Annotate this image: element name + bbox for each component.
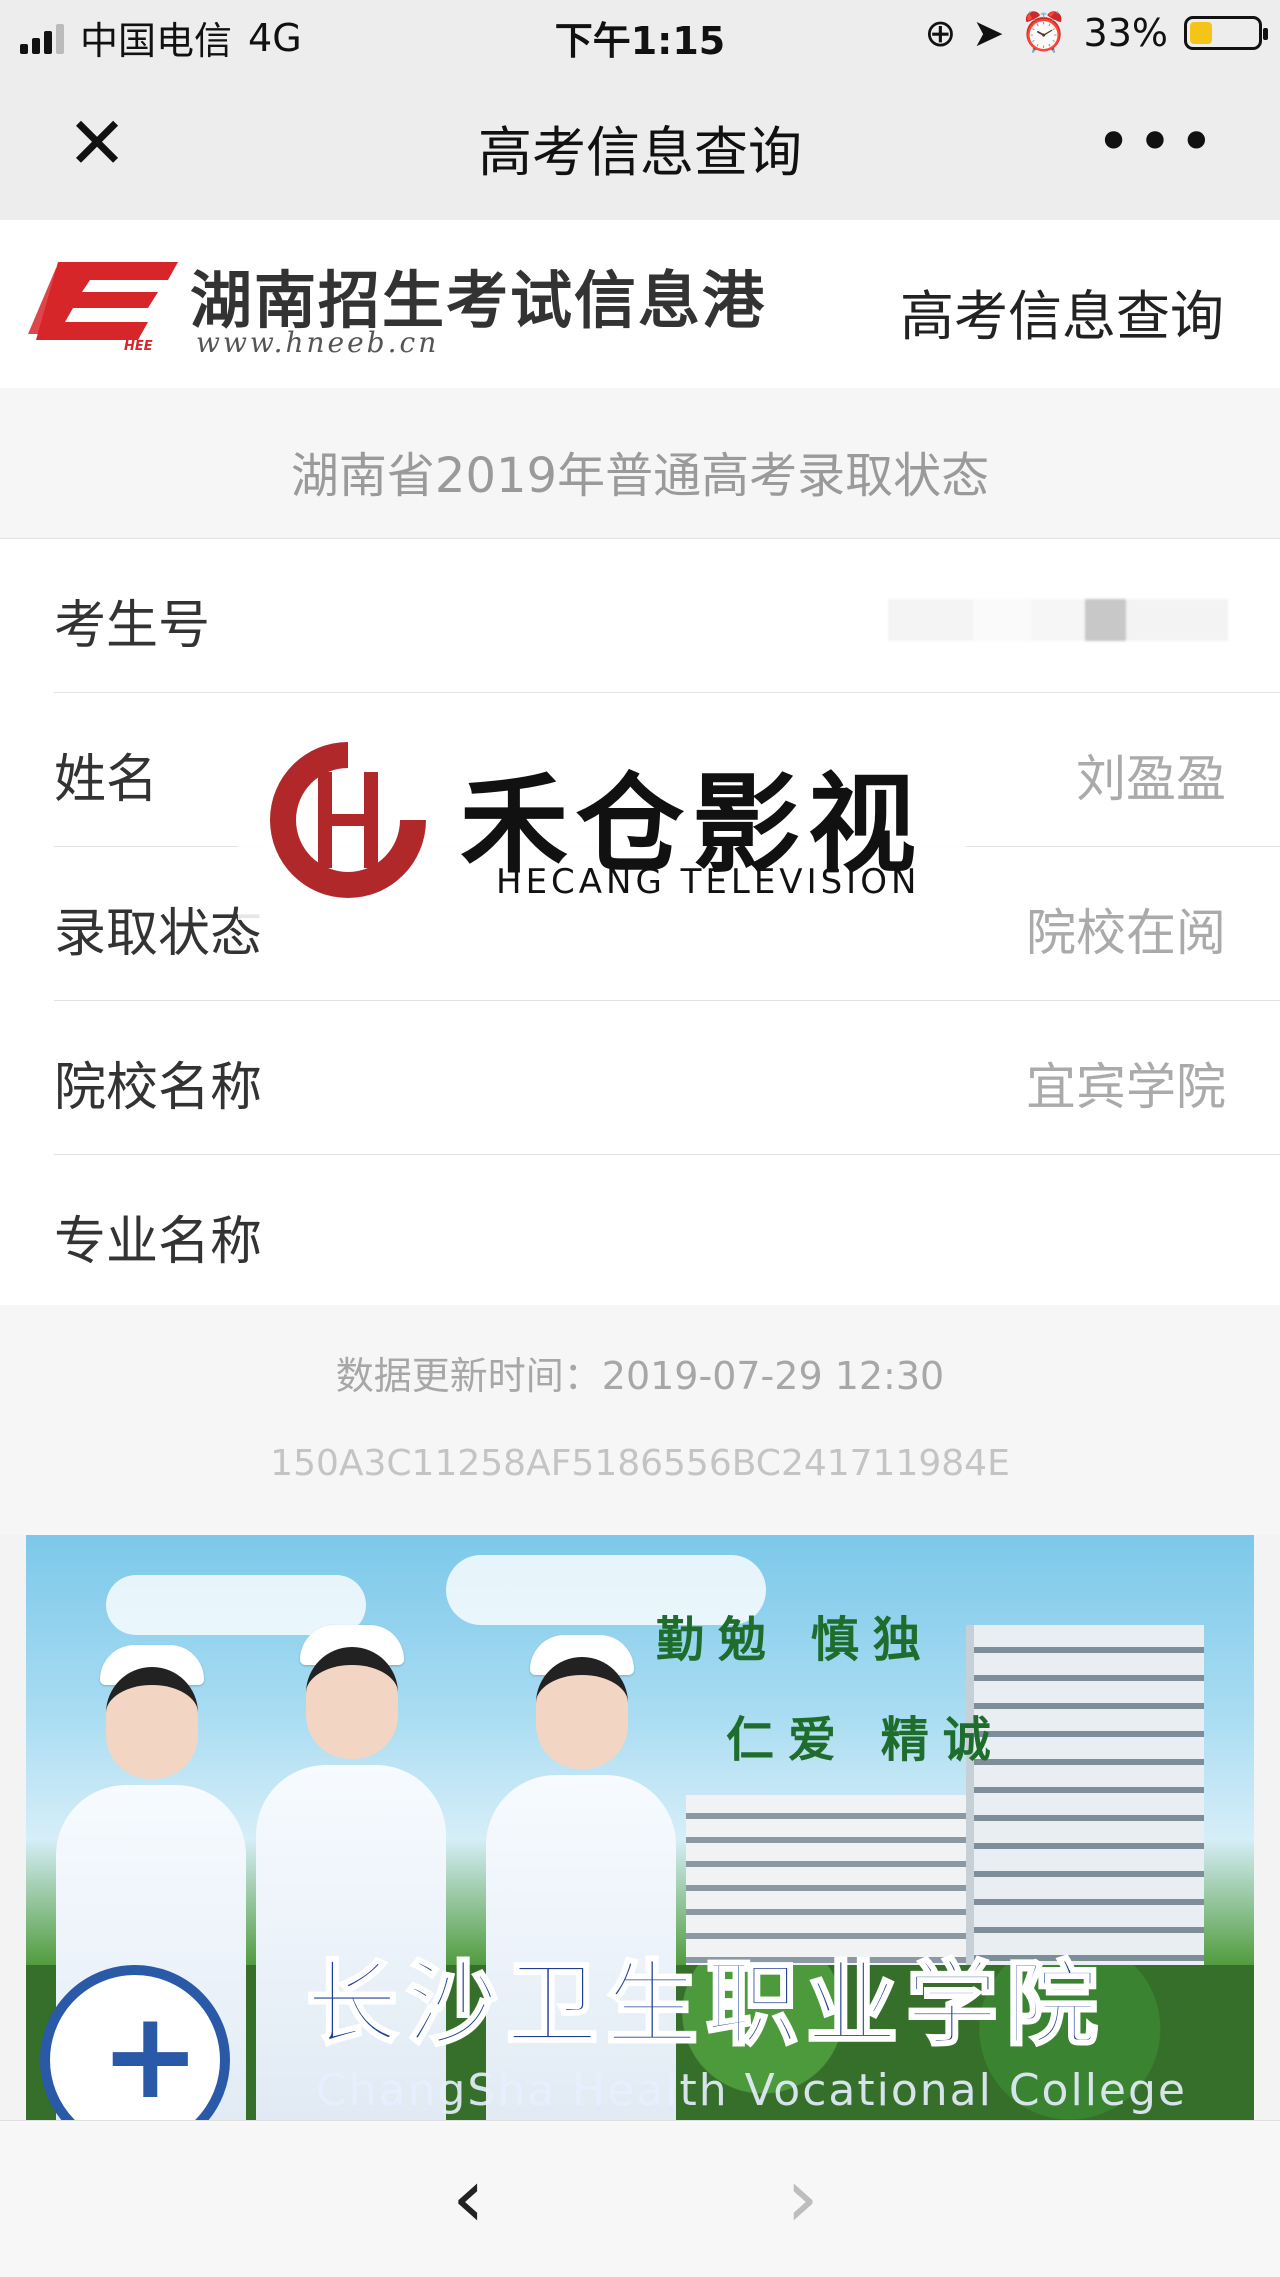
- status-bar: 中国电信 4G 下午1:15 ⊕ ➤ ⏰ 33%: [0, 0, 1280, 70]
- watermark-name-en: HECANG TELEVISION: [496, 862, 921, 902]
- row-school-name: 院校名称 宜宾学院: [54, 1001, 1280, 1155]
- logo-badge: HEE: [124, 339, 153, 352]
- page-title: 高考信息查询: [478, 121, 802, 184]
- result-title: 湖南省2019年普通高考录取状态: [0, 388, 1280, 538]
- row-label: 院校名称: [54, 1058, 263, 1118]
- row-label: 姓名: [54, 750, 159, 810]
- watermark-logo-icon: [270, 742, 426, 898]
- row-label: 录取状态: [54, 904, 263, 964]
- row-value: 宜宾学院: [1026, 1058, 1226, 1116]
- orientation-lock-icon: ⊕: [924, 10, 957, 55]
- header-query-link[interactable]: 高考信息查询: [900, 272, 1224, 351]
- row-major-name: 专业名称: [54, 1155, 1280, 1308]
- status-right: ⊕ ➤ ⏰ 33%: [924, 10, 1268, 55]
- site-logo-url: www.hneeb.cn: [196, 326, 440, 359]
- site-header: HEE 湖南招生考试信息港 www.hneeb.cn 高考信息查询: [0, 220, 1280, 389]
- row-label: 专业名称: [54, 1212, 263, 1272]
- row-label: 考生号: [54, 596, 211, 656]
- battery-icon: [1184, 15, 1268, 50]
- more-icon[interactable]: •••: [1096, 112, 1220, 172]
- college-banner[interactable]: 勤勉 慎独 仁爱 精诚 长沙卫生职业学院 ChangSha Health Voc…: [26, 1535, 1254, 2120]
- nav-bar: ✕ 高考信息查询 •••: [0, 70, 1280, 220]
- redacted-exam-number: [888, 599, 1228, 641]
- row-exam-number: 考生号: [54, 539, 1280, 693]
- result-table: 考生号 姓名 刘盈盈 录取状态 院校在阅 院校名称 宜宾学院 专业名称: [0, 538, 1280, 1306]
- bottom-nav: ‹ ›: [0, 2120, 1280, 2277]
- alarm-icon: ⏰: [1020, 10, 1068, 54]
- watermark: 禾仓影视 HECANG TELEVISION: [238, 720, 966, 920]
- back-arrow-icon[interactable]: ‹: [452, 2151, 485, 2246]
- location-icon: ➤: [972, 10, 1005, 55]
- update-time: 数据更新时间：2019-07-29 12:30: [335, 1354, 945, 1398]
- banner-slogan-1: 勤勉 慎独: [656, 1612, 935, 1668]
- result-hash: 150A3C11258AF5186556BC241711984E: [270, 1443, 1010, 1484]
- row-value: 院校在阅: [1026, 904, 1226, 962]
- banner-slogan-2: 仁爱 精诚: [726, 1712, 1005, 1768]
- battery-percent: 33%: [1083, 10, 1168, 55]
- result-meta: 数据更新时间：2019-07-29 12:30 150A3C11258AF518…: [0, 1305, 1280, 1535]
- row-value: 刘盈盈: [1076, 750, 1226, 808]
- banner-college-name: 长沙卫生职业学院: [304, 1949, 1107, 2060]
- forward-arrow-icon[interactable]: ›: [786, 2151, 819, 2246]
- site-logo-icon[interactable]: HEE: [28, 252, 188, 352]
- banner-college-en: ChangSha Health Vocational College: [316, 2065, 1187, 2116]
